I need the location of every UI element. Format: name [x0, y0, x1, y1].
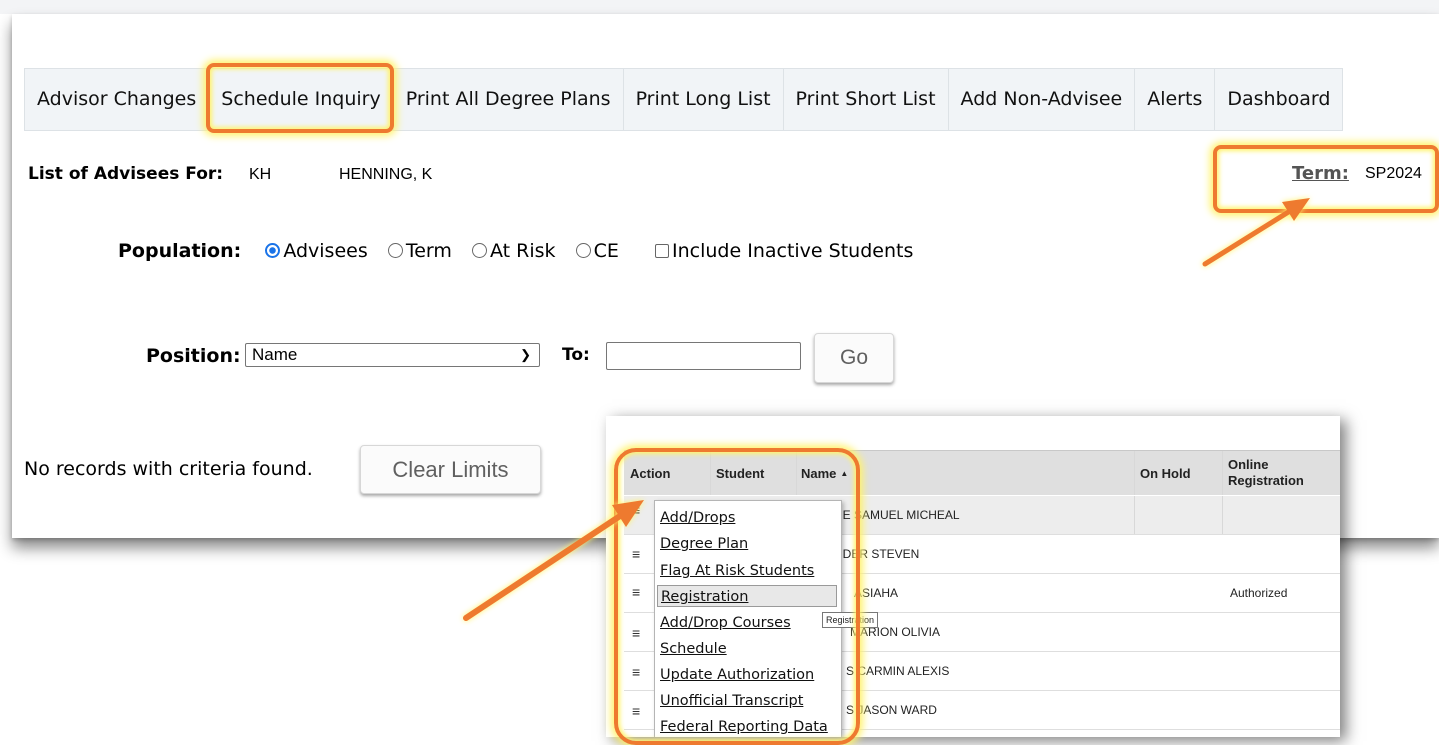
hamburger-menu-icon[interactable]: ≡: [632, 546, 640, 562]
position-select-value: Name: [252, 345, 298, 364]
menu-item-schedule[interactable]: Schedule: [657, 638, 837, 660]
column-divider: [1134, 451, 1135, 495]
radio-term[interactable]: [387, 243, 403, 258]
radio-at-risk-label: At Risk: [490, 240, 556, 262]
row-action-menu: Add/Drops Degree Plan Flag At Risk Stude…: [654, 500, 842, 737]
menu-item-update-authorization[interactable]: Update Authorization: [657, 664, 837, 686]
header-student[interactable]: Student: [716, 451, 764, 495]
tab-dashboard[interactable]: Dashboard: [1214, 68, 1344, 131]
tab-bar: Advisor Changes Schedule Inquiry Print A…: [24, 68, 1344, 131]
student-name-cell: S JASON WARD: [846, 703, 937, 717]
advisee-header: List of Advisees For:: [28, 164, 223, 184]
advisor-name: HENNING, K: [339, 166, 433, 183]
tab-print-short-list[interactable]: Print Short List: [782, 68, 949, 131]
term-label[interactable]: Term:: [1292, 163, 1349, 184]
include-inactive-label: Include Inactive Students: [672, 240, 914, 262]
student-name-cell: NE SAMUEL MICHEAL: [834, 508, 960, 522]
radio-ce-label: CE: [593, 240, 619, 262]
top-background-strip: [0, 0, 1439, 14]
sort-ascending-icon: ▲: [840, 468, 849, 478]
tab-print-long-list[interactable]: Print Long List: [622, 68, 784, 131]
menu-item-flag-at-risk[interactable]: Flag At Risk Students: [657, 560, 837, 582]
clear-limits-button[interactable]: Clear Limits: [360, 445, 541, 494]
radio-advisees-label: Advisees: [283, 240, 368, 262]
hamburger-menu-icon[interactable]: ≡: [632, 584, 640, 600]
registration-tooltip: Registration: [822, 612, 879, 628]
advisee-header-label: List of Advisees For:: [28, 164, 224, 184]
position-label: Position:: [146, 345, 241, 367]
menu-item-degree-plan[interactable]: Degree Plan: [657, 533, 837, 555]
radio-advisees[interactable]: [265, 243, 281, 258]
go-button[interactable]: Go: [814, 333, 894, 383]
chevron-down-icon: ❯: [520, 347, 531, 362]
to-label: To:: [562, 345, 590, 365]
no-records-message: No records with criteria found.: [24, 458, 313, 480]
radio-ce[interactable]: [575, 243, 591, 258]
column-divider: [796, 451, 797, 495]
tab-alerts[interactable]: Alerts: [1134, 68, 1216, 131]
hamburger-menu-icon[interactable]: ≡: [632, 703, 640, 719]
header-on-hold[interactable]: On Hold: [1140, 451, 1191, 495]
online-registration-cell: Authorized: [1230, 586, 1288, 600]
student-name-cell: S CARMIN ALEXIS: [846, 664, 950, 678]
advisor-code: KH: [249, 166, 272, 183]
position-select[interactable]: Name ❯: [245, 343, 540, 367]
include-inactive-checkbox[interactable]: [655, 244, 670, 258]
header-online-registration[interactable]: Online Registration: [1228, 451, 1328, 495]
menu-item-add-drop-courses[interactable]: Add/Drop Courses: [657, 612, 837, 634]
term-value: SP2024: [1365, 165, 1422, 182]
tab-advisor-changes[interactable]: Advisor Changes: [24, 68, 210, 131]
menu-item-add-drops[interactable]: Add/Drops: [657, 507, 837, 529]
hamburger-menu-icon[interactable]: ≡: [632, 502, 640, 518]
radio-term-label: Term: [405, 240, 452, 262]
column-divider: [1222, 496, 1223, 534]
to-input[interactable]: [606, 342, 801, 370]
hamburger-menu-icon[interactable]: ≡: [632, 625, 640, 641]
menu-item-registration[interactable]: Registration: [657, 585, 837, 607]
student-name-cell: ASIAHA: [854, 586, 899, 600]
column-divider: [1134, 496, 1135, 534]
student-name-cell: NDER STEVEN: [834, 547, 920, 561]
hamburger-menu-icon[interactable]: ≡: [632, 664, 640, 680]
header-name[interactable]: Name ▲: [801, 451, 848, 495]
advisee-grid-inset: Action Student Name ▲ On Hold Online Reg…: [606, 416, 1340, 737]
menu-item-federal-reporting-data[interactable]: Federal Reporting Data: [657, 716, 837, 737]
tab-schedule-inquiry[interactable]: Schedule Inquiry: [208, 68, 394, 131]
tab-add-non-advisee[interactable]: Add Non-Advisee: [947, 68, 1136, 131]
column-divider: [710, 451, 711, 495]
column-divider: [1222, 451, 1223, 495]
radio-at-risk[interactable]: [472, 243, 487, 258]
tab-print-all-degree-plans[interactable]: Print All Degree Plans: [392, 68, 624, 131]
grid-header-row: Action Student Name ▲ On Hold Online Reg…: [624, 450, 1340, 495]
header-action[interactable]: Action: [630, 451, 670, 495]
menu-item-unofficial-transcript[interactable]: Unofficial Transcript: [657, 690, 837, 712]
population-row: Population: Advisees Term At Risk CE Inc…: [118, 240, 913, 262]
population-label: Population:: [118, 240, 242, 262]
